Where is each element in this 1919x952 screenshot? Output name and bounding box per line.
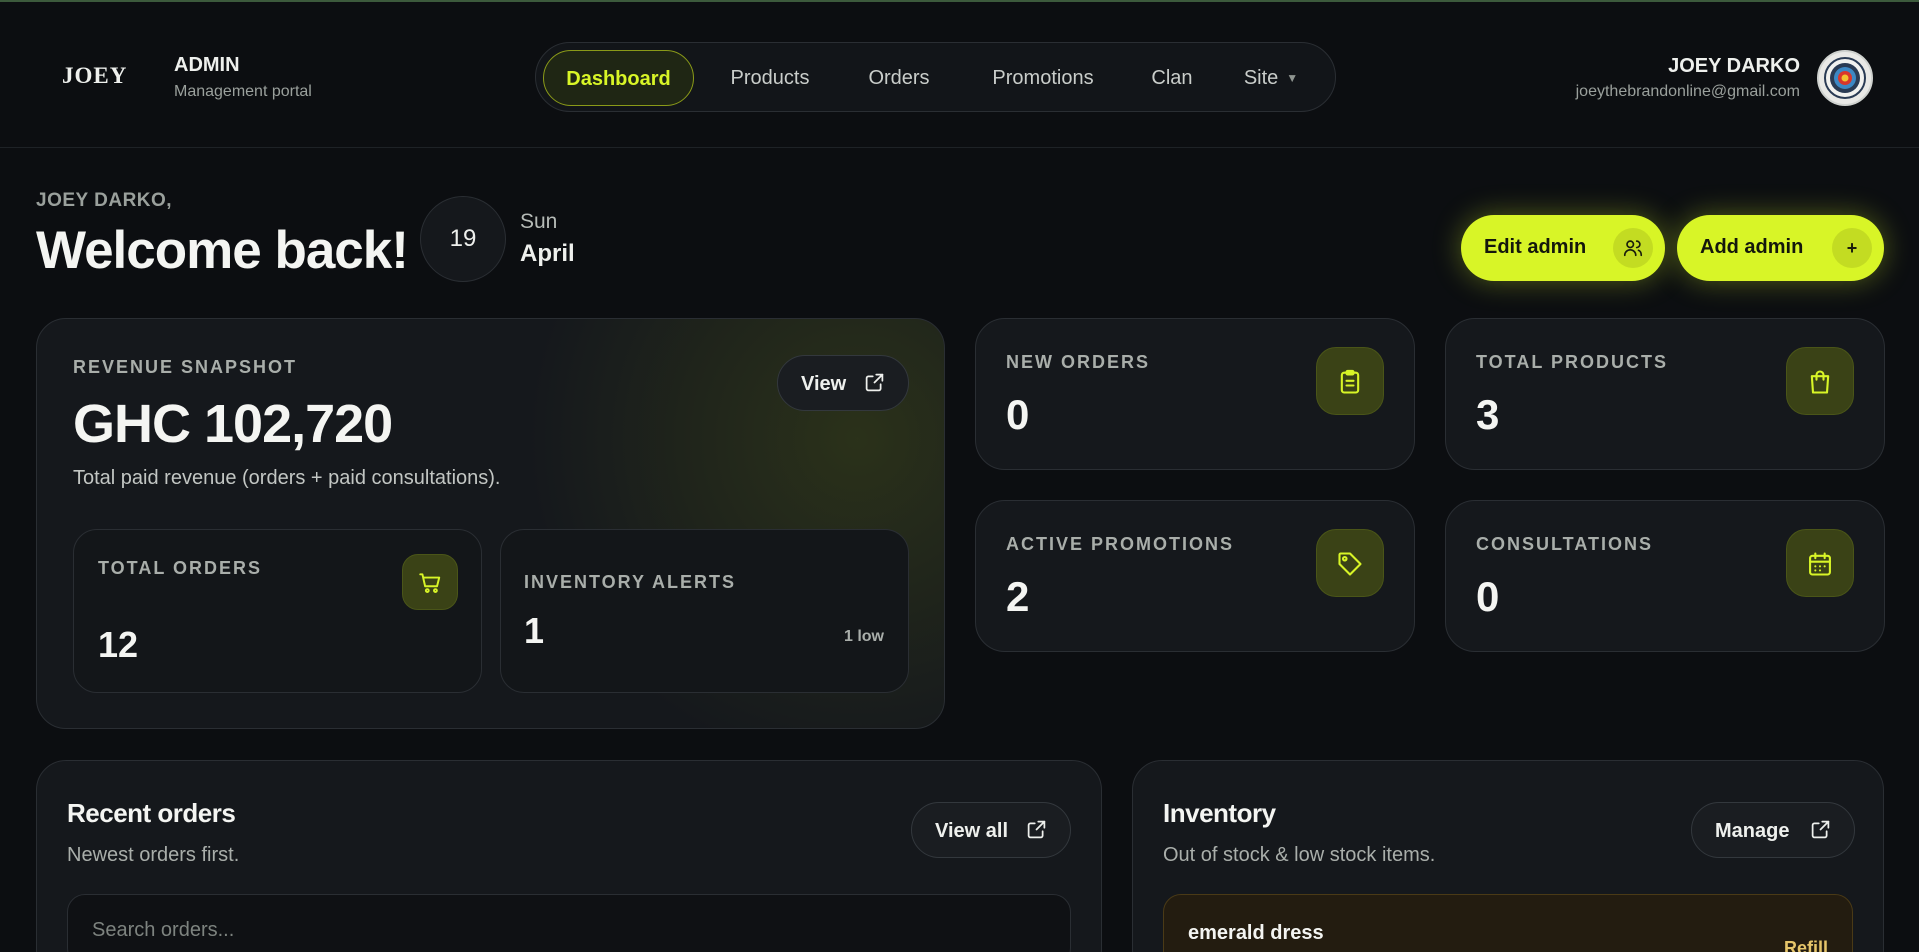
inventory-alerts-value: 1	[524, 610, 545, 651]
view-all-label: View all	[935, 820, 1009, 842]
brand-logo[interactable]: JOEY	[62, 63, 127, 89]
nav-site[interactable]: Site ▼	[1226, 50, 1316, 106]
nav-clan[interactable]: Clan	[1140, 50, 1204, 106]
consultations-card[interactable]: CONSULTATIONS 0	[1445, 500, 1885, 652]
consultations-value: 0	[1476, 573, 1500, 620]
brand-subtitle: Management portal	[174, 83, 312, 100]
inventory-alerts-card: INVENTORY ALERTS 1 1 low	[500, 529, 909, 693]
top-header: JOEY ADMIN Management portal Dashboard P…	[0, 2, 1919, 148]
new-orders-label: NEW ORDERS	[1006, 352, 1151, 372]
nav-products[interactable]: Products	[712, 50, 828, 106]
view-all-orders-button[interactable]: View all	[911, 802, 1071, 858]
total-products-value: 3	[1476, 391, 1500, 438]
search-orders-input[interactable]	[67, 894, 1071, 952]
date-number: 19	[420, 196, 506, 282]
external-link-icon	[1810, 819, 1831, 846]
revenue-description: Total paid revenue (orders + paid consul…	[73, 467, 501, 489]
manage-inventory-button[interactable]: Manage	[1691, 802, 1855, 858]
inventory-item-name: emerald dress	[1188, 922, 1324, 944]
inventory-alerts-label: INVENTORY ALERTS	[524, 572, 737, 592]
revenue-amount: GHC 102,720	[73, 394, 393, 454]
greeting-name: JOEY DARKO,	[36, 190, 173, 211]
page-title: Welcome back!	[36, 221, 409, 280]
main-nav: Dashboard Products Orders Promotions Cla…	[535, 42, 1336, 112]
low-stock-count: 1 low	[843, 628, 884, 645]
date-month: April	[520, 240, 575, 267]
revenue-label: REVENUE SNAPSHOT	[73, 357, 298, 377]
active-promotions-value: 2	[1006, 573, 1030, 620]
calendar-icon	[1786, 529, 1854, 597]
view-revenue-button[interactable]: View	[777, 355, 909, 411]
inventory-item: emerald dress Refill	[1163, 894, 1853, 952]
caret-down-icon: ▼	[1286, 71, 1299, 85]
edit-admin-label: Edit admin	[1484, 236, 1587, 258]
user-email: joeythebrandonline@gmail.com	[1575, 83, 1800, 100]
new-orders-value: 0	[1006, 391, 1030, 438]
total-products-card[interactable]: TOTAL PRODUCTS 3	[1445, 318, 1885, 470]
nav-dashboard[interactable]: Dashboard	[543, 50, 694, 106]
add-admin-label: Add admin	[1700, 236, 1804, 258]
user-name: JOEY DARKO	[1668, 55, 1800, 77]
consultations-label: CONSULTATIONS	[1476, 534, 1653, 554]
add-admin-button[interactable]: Add admin +	[1677, 215, 1884, 281]
active-promotions-card[interactable]: ACTIVE PROMOTIONS 2	[975, 500, 1415, 652]
refill-link[interactable]: Refill	[1784, 938, 1828, 952]
active-promotions-label: ACTIVE PROMOTIONS	[1006, 534, 1235, 554]
recent-orders-panel: Recent orders Newest orders first. View …	[36, 760, 1102, 952]
tag-icon	[1316, 529, 1384, 597]
clipboard-icon	[1316, 347, 1384, 415]
total-orders-card: TOTAL ORDERS 12	[73, 529, 482, 693]
total-orders-label: TOTAL ORDERS	[98, 558, 263, 578]
recent-orders-title: Recent orders	[67, 798, 236, 828]
recent-orders-subtitle: Newest orders first.	[67, 844, 240, 866]
users-icon	[1613, 228, 1653, 268]
total-orders-value: 12	[98, 624, 139, 665]
edit-admin-button[interactable]: Edit admin	[1461, 215, 1665, 281]
manage-label: Manage	[1715, 820, 1790, 842]
shopping-bag-icon	[1786, 347, 1854, 415]
brand-title: ADMIN	[174, 54, 240, 76]
date-day: Sun	[520, 210, 558, 233]
target-avatar-icon	[1824, 57, 1866, 99]
nav-site-label: Site	[1243, 67, 1279, 89]
inventory-panel: Inventory Out of stock & low stock items…	[1132, 760, 1884, 952]
inventory-title: Inventory	[1163, 798, 1276, 828]
total-products-label: TOTAL PRODUCTS	[1476, 352, 1669, 372]
inventory-subtitle: Out of stock & low stock items.	[1163, 844, 1436, 866]
plus-icon: +	[1832, 228, 1872, 268]
new-orders-card[interactable]: NEW ORDERS 0	[975, 318, 1415, 470]
nav-orders[interactable]: Orders	[854, 50, 944, 106]
nav-promotions[interactable]: Promotions	[968, 50, 1118, 106]
cart-icon	[402, 554, 458, 610]
avatar[interactable]	[1817, 50, 1873, 106]
view-label: View	[801, 373, 847, 395]
external-link-icon	[864, 372, 885, 399]
external-link-icon	[1026, 819, 1047, 846]
revenue-snapshot-card: REVENUE SNAPSHOT GHC 102,720 Total paid …	[36, 318, 945, 729]
